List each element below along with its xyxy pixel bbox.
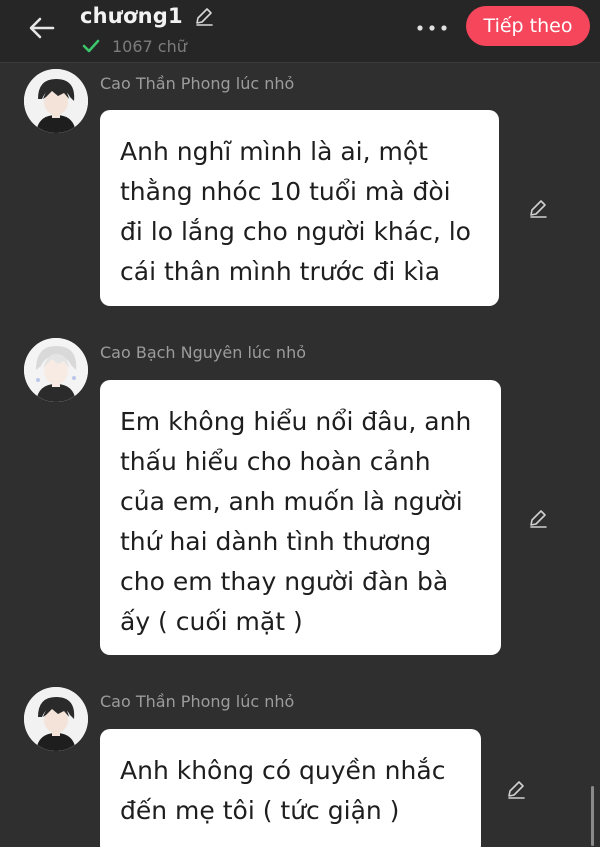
chat-message: Cao Thần Phong lúc nhỏ Anh không có quyề… [0, 0, 600, 847]
pencil-icon [508, 781, 525, 799]
message-bubble[interactable]: Anh không có quyền nhắc đến mẹ tôi ( tức… [100, 729, 481, 847]
scrollbar[interactable] [591, 786, 594, 846]
sender-name: Cao Thần Phong lúc nhỏ [100, 692, 295, 711]
chat-editor-screen: chương1 1067 chữ Tiếp theo Cao Thần Phon… [0, 0, 600, 847]
avatar[interactable] [24, 687, 88, 751]
edit-message-button[interactable] [503, 776, 529, 802]
